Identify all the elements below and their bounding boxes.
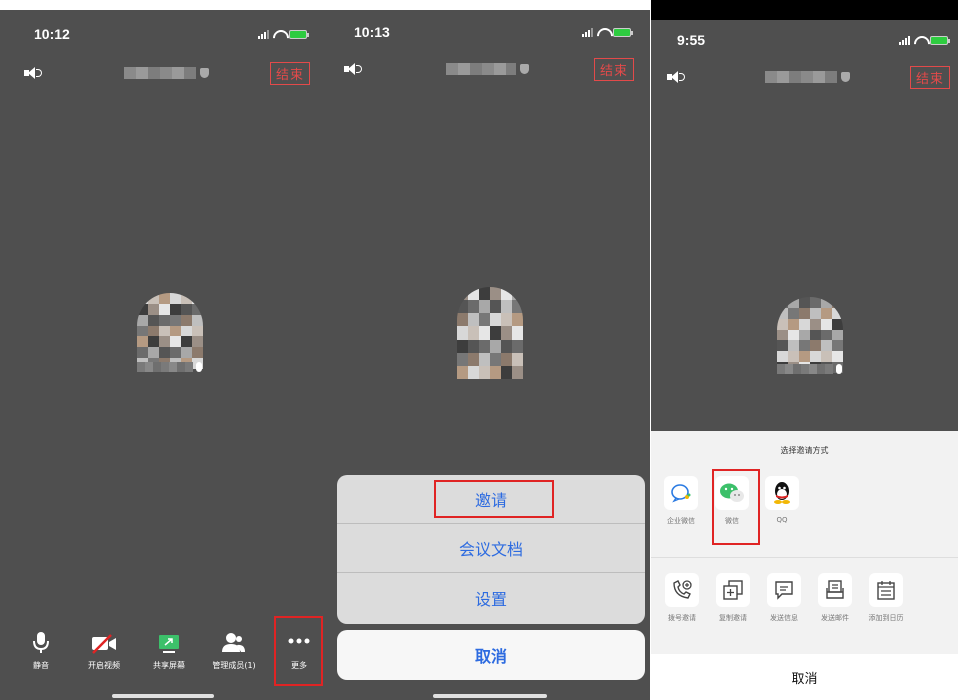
signal-icon <box>258 30 269 39</box>
meeting-title <box>124 67 209 79</box>
meeting-screen-1: 10:12 结束 静音 开启视频 共享屏幕 管理成员(1) 更多 <box>0 10 330 700</box>
participant-name <box>777 364 842 374</box>
calendar-icon <box>877 581 895 600</box>
status-time: 10:13 <box>354 24 390 40</box>
battery-icon <box>930 36 950 45</box>
manage-members-label: 管理成员(1) <box>212 661 256 670</box>
settings-label: 设置 <box>474 589 507 609</box>
message-icon <box>775 581 793 600</box>
share-title: 选择邀请方式 <box>780 446 829 455</box>
add-calendar-label: 添加到日历 <box>868 614 904 622</box>
signal-icon <box>899 36 910 45</box>
shield-icon <box>200 68 209 78</box>
meeting-title <box>765 71 850 83</box>
status-time: 9:55 <box>677 32 706 48</box>
meeting-docs-label: 会议文档 <box>458 540 523 559</box>
status-icons <box>582 28 633 37</box>
share-screen-icon <box>159 635 179 653</box>
mail-icon <box>826 580 844 599</box>
home-indicator[interactable] <box>433 694 547 698</box>
cancel-button[interactable]: 取消 <box>651 654 958 700</box>
copy-invite-label: 复制邀请 <box>719 614 747 622</box>
wecom-icon <box>671 484 691 503</box>
wifi-icon <box>273 30 285 39</box>
divider <box>651 557 958 558</box>
speaker-icon[interactable] <box>344 62 362 76</box>
copy-invite-icon <box>723 580 743 600</box>
wifi-icon <box>914 36 926 45</box>
participant-name <box>137 362 202 372</box>
signal-icon <box>582 28 593 37</box>
manage-members-button[interactable]: 管理成员(1) <box>204 632 264 671</box>
status-bar-top <box>651 0 958 20</box>
shield-icon <box>520 64 529 74</box>
qq-icon <box>774 482 790 504</box>
send-mail-label: 发送邮件 <box>821 614 849 622</box>
speaker-icon[interactable] <box>24 66 42 80</box>
settings-option[interactable]: 设置 <box>337 573 645 622</box>
highlight-box-invite <box>434 480 554 518</box>
speaker-icon[interactable] <box>667 70 685 84</box>
meeting-title <box>446 63 529 75</box>
home-indicator[interactable] <box>112 694 214 698</box>
end-meeting-button[interactable]: 结束 <box>910 66 951 89</box>
mute-label: 静音 <box>33 661 49 670</box>
share-screen-label: 共享屏幕 <box>153 661 185 670</box>
cancel-button[interactable]: 取消 <box>337 630 645 680</box>
dial-invite-button[interactable]: 拨号邀请 <box>659 573 705 623</box>
invite-share-panel: 选择邀请方式 企业微信 微信 QQ 拨号邀请 复制邀请 发送信息 发送邮件 添加… <box>651 431 958 700</box>
microphone-icon <box>836 364 842 374</box>
share-qq[interactable]: QQ <box>759 476 805 524</box>
status-icons <box>258 30 309 39</box>
avatar <box>457 287 523 379</box>
mute-button[interactable]: 静音 <box>11 632 71 671</box>
highlight-box-more <box>274 616 323 686</box>
meeting-docs-option[interactable]: 会议文档 <box>337 524 645 573</box>
battery-icon <box>289 30 309 39</box>
phone-invite-icon <box>673 580 692 599</box>
share-screen-button[interactable]: 共享屏幕 <box>139 634 199 671</box>
video-off-icon <box>92 634 116 654</box>
avatar <box>137 293 203 369</box>
send-mail-button[interactable]: 发送邮件 <box>812 573 858 623</box>
status-icons <box>899 36 950 45</box>
end-meeting-button[interactable]: 结束 <box>270 62 311 85</box>
microphone-icon <box>196 362 202 372</box>
end-meeting-button[interactable]: 结束 <box>594 58 635 81</box>
shield-icon <box>841 72 850 82</box>
qq-label: QQ <box>776 516 788 524</box>
battery-icon <box>613 28 633 37</box>
add-calendar-button[interactable]: 添加到日历 <box>863 573 909 623</box>
send-message-label: 发送信息 <box>770 614 798 622</box>
start-video-button[interactable]: 开启视频 <box>74 634 134 671</box>
start-video-label: 开启视频 <box>88 661 120 670</box>
meeting-screen-3: 9:55 结束 选择邀请方式 企业微信 微信 QQ 拨号邀请 复制邀请 发送信息… <box>651 0 958 700</box>
copy-invite-button[interactable]: 复制邀请 <box>710 573 756 623</box>
status-time: 10:12 <box>34 26 70 42</box>
send-message-button[interactable]: 发送信息 <box>761 573 807 623</box>
highlight-box-wechat <box>712 469 760 545</box>
share-wecom[interactable]: 企业微信 <box>658 476 704 526</box>
avatar <box>777 297 843 373</box>
wecom-label: 企业微信 <box>667 517 695 525</box>
wifi-icon <box>597 28 609 37</box>
microphone-icon <box>33 632 49 653</box>
meeting-screen-2: 10:13 结束 邀请 会议文档 设置 取消 <box>330 10 650 700</box>
manage-members-icon <box>222 633 245 652</box>
dial-invite-label: 拨号邀请 <box>668 614 696 622</box>
